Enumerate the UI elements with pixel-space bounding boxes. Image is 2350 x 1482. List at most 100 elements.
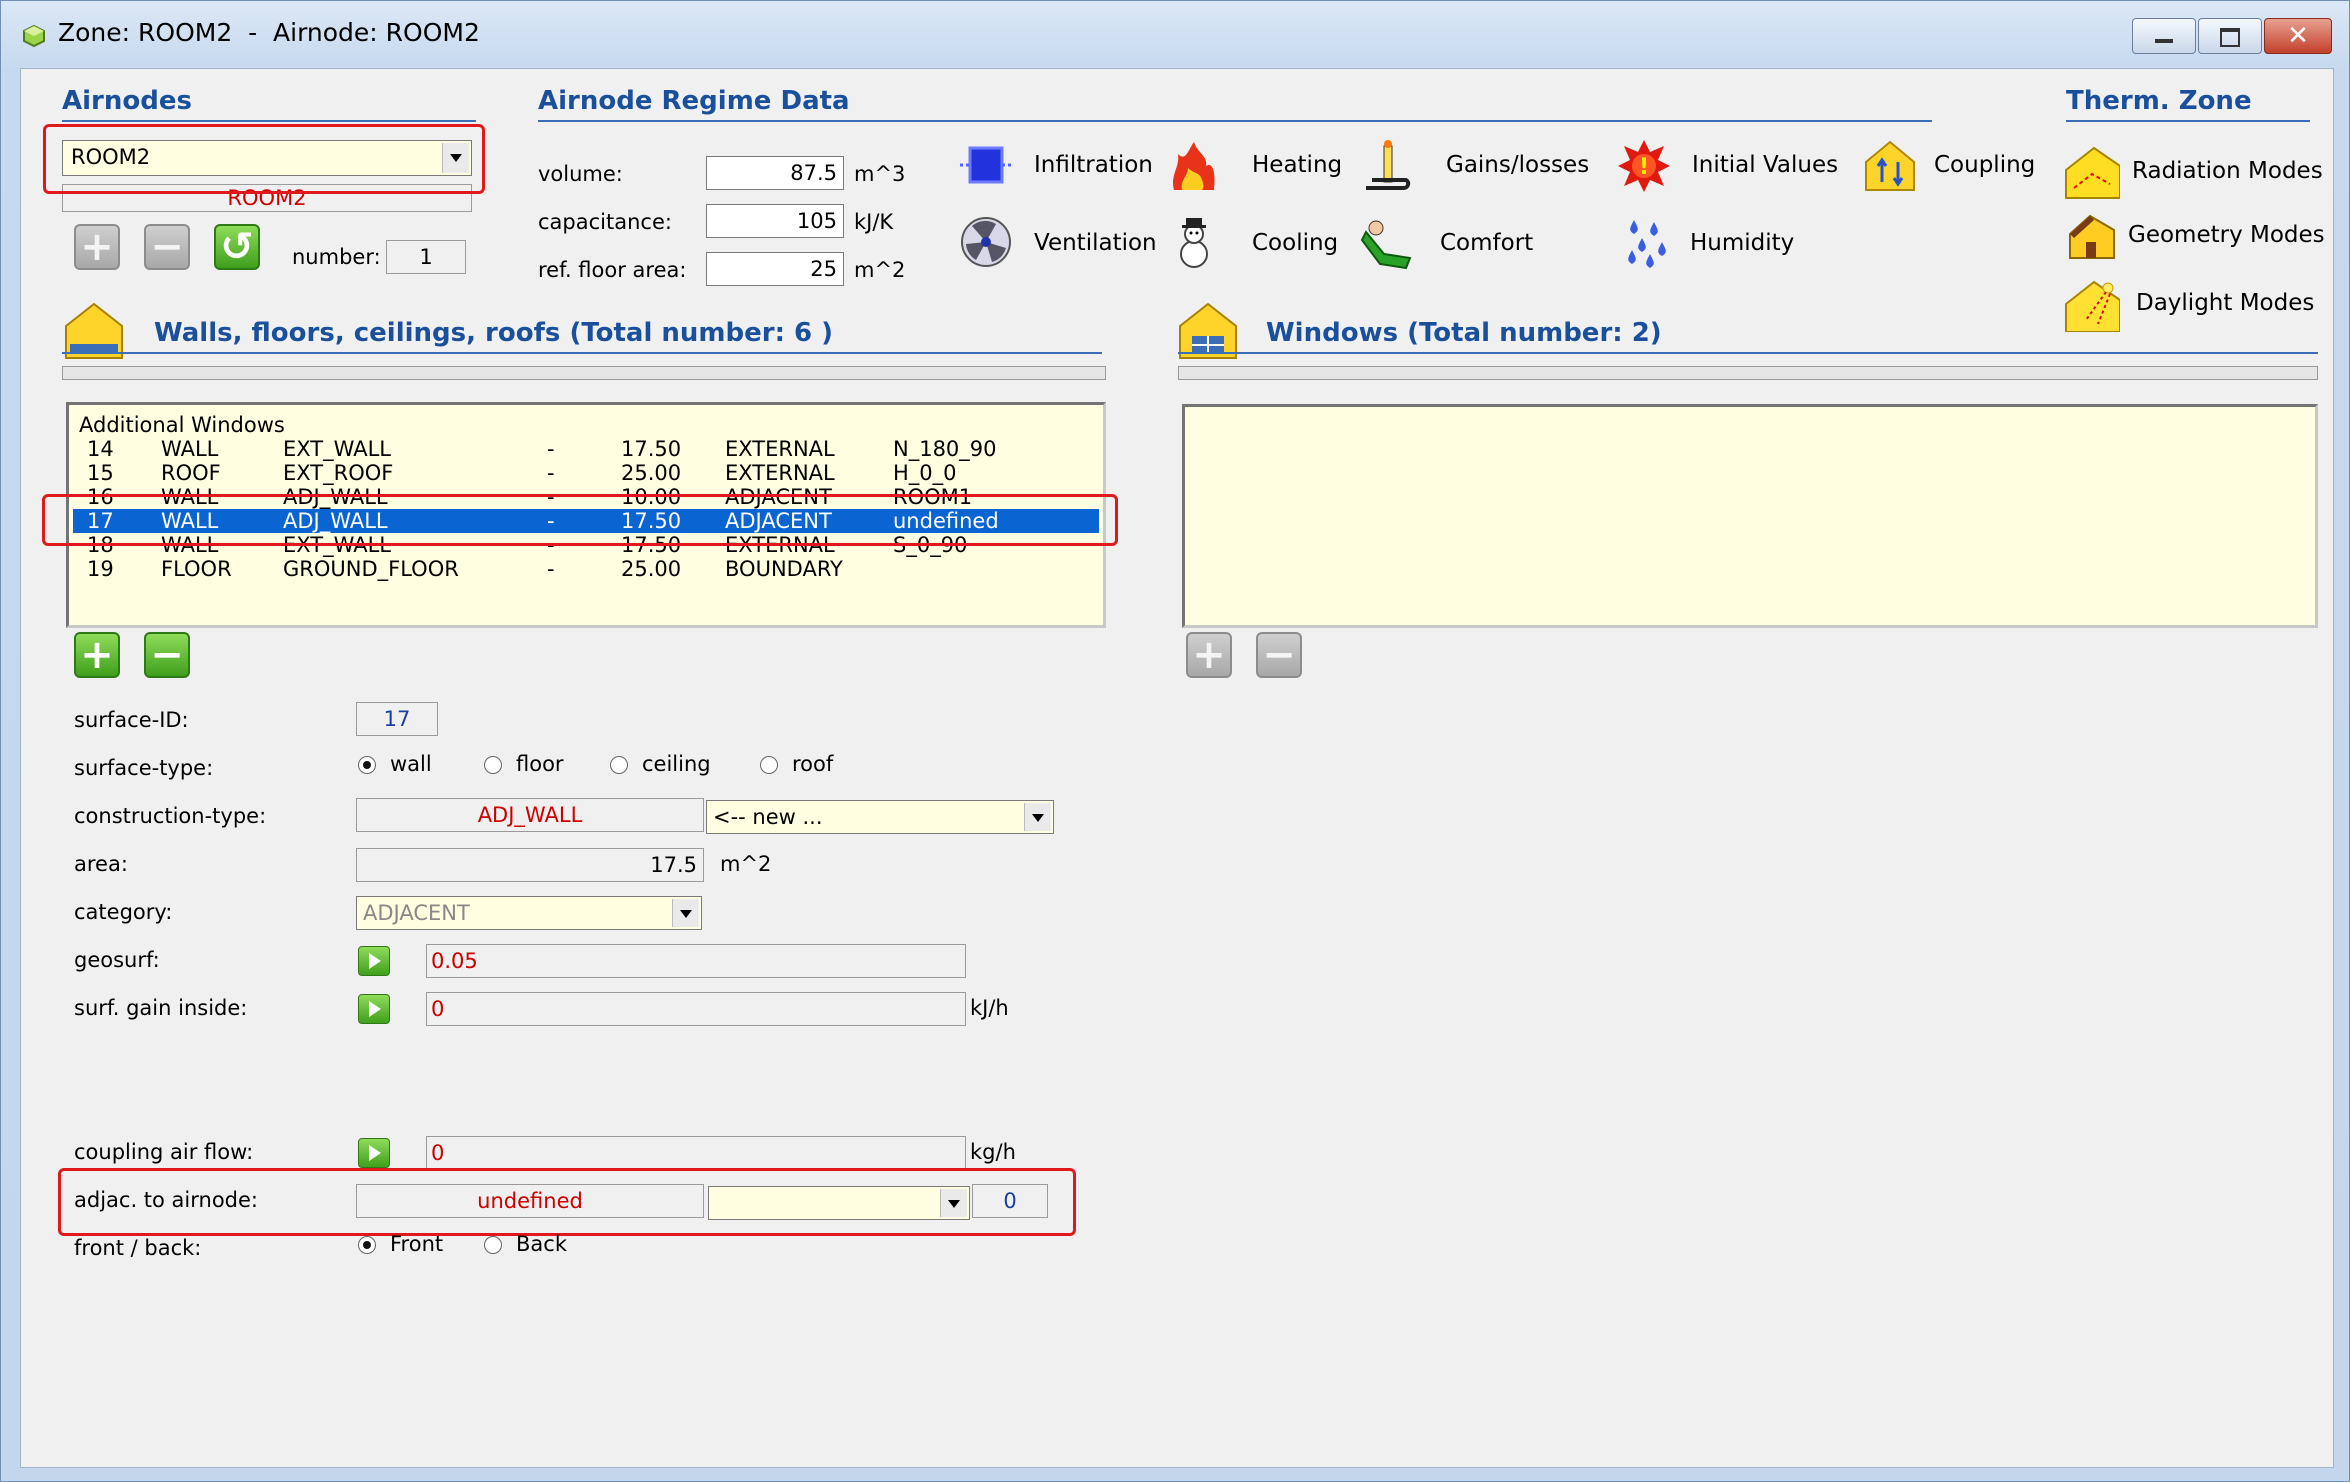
windows-header: Windows (Total number: 2) (1266, 318, 1662, 348)
construction-type-label: construction-type: (74, 804, 267, 828)
add-window-button[interactable]: + (1186, 632, 1232, 678)
number-field: 1 (386, 240, 466, 274)
remove-airnode-button[interactable]: − (144, 224, 190, 270)
humidity-icon (1620, 214, 1676, 270)
radiation-modes-icon (2064, 144, 2121, 200)
floor-area-unit: m^2 (854, 258, 906, 282)
geosurf-play-button[interactable] (358, 946, 390, 976)
module-label: Gains/losses (1446, 152, 1590, 178)
floor-area-input[interactable]: 25 (706, 252, 844, 286)
windows-house-icon (1176, 300, 1240, 360)
add-airnode-button[interactable]: + (74, 224, 120, 270)
module-comfort[interactable]: Comfort (1360, 214, 1560, 274)
radiation-modes-button[interactable]: Radiation Modes (2064, 142, 2334, 202)
cooling-icon (1166, 214, 1222, 270)
table-row[interactable]: 14 WALL EXT_WALL - 17.50 EXTERNAL N_180_90 (73, 437, 1099, 461)
module-initial-values[interactable]: ! Initial Values (1616, 138, 1839, 198)
table-cell-id: 19 (87, 557, 114, 581)
module-infiltration[interactable]: Infiltration (958, 138, 1153, 198)
restore-icon (2220, 28, 2240, 47)
module-cooling[interactable]: Cooling (1166, 214, 1338, 274)
surface-type-ceiling-radio[interactable] (610, 756, 628, 774)
module-label: Humidity (1690, 230, 1795, 256)
geometry-modes-button[interactable]: Geometry Modes (2064, 208, 2334, 268)
table-cell-area: 25.00 (621, 461, 682, 485)
table-row[interactable]: 19 FLOOR GROUND_FLOOR - 25.00 BOUNDARY (73, 557, 1099, 581)
table-row[interactable]: 15 ROOF EXT_ROOF - 25.00 EXTERNAL H_0_0 (73, 461, 1099, 485)
module-label: Infiltration (1034, 152, 1153, 178)
remove-surface-button[interactable]: − (144, 632, 190, 678)
ventilation-icon (958, 214, 1014, 270)
add-surface-button[interactable]: + (74, 632, 120, 678)
regime-header-line (538, 120, 1932, 122)
surface-type-roof-radio[interactable] (760, 756, 778, 774)
daylight-modes-label: Daylight Modes (2136, 290, 2315, 316)
refresh-airnode-button[interactable]: ↺ (214, 224, 260, 270)
back-radio[interactable] (484, 1236, 502, 1254)
construction-type-select[interactable]: <-- new ... (706, 800, 1054, 834)
surf-gain-field[interactable]: 0 (426, 992, 966, 1026)
initial-values-icon: ! (1616, 138, 1672, 194)
remove-window-button[interactable]: − (1256, 632, 1302, 678)
surface-type-floor-label: floor (516, 752, 564, 776)
front-radio[interactable] (358, 1236, 376, 1254)
surf-gain-label: surf. gain inside: (74, 996, 248, 1020)
table-cell-geo: N_180_90 (893, 437, 997, 461)
module-label: Comfort (1440, 230, 1534, 256)
module-ventilation[interactable]: Ventilation (958, 214, 1158, 274)
volume-input[interactable]: 87.5 (706, 156, 844, 190)
table-cell-category: BOUNDARY (725, 557, 843, 581)
area-unit: m^2 (720, 852, 772, 876)
back-radio-label: Back (516, 1232, 567, 1256)
geosurf-field[interactable]: 0.05 (426, 944, 966, 978)
therm-zone-header-line (2066, 120, 2310, 122)
module-humidity[interactable]: Humidity (1620, 214, 1820, 274)
surface-type-wall-radio[interactable] (358, 756, 376, 774)
coupling-air-flow-play-button[interactable] (358, 1138, 390, 1168)
adjac-airnode-highlight (58, 1168, 1076, 1236)
coupling-air-flow-field[interactable]: 0 (426, 1136, 966, 1170)
capacitance-input[interactable]: 105 (706, 204, 844, 238)
module-label: Heating (1252, 152, 1343, 178)
list-header-row: Additional Windows (73, 413, 1099, 437)
surface-type-ceiling-label: ceiling (642, 752, 711, 776)
maximize-button[interactable] (2198, 18, 2262, 54)
module-label: Initial Values (1692, 152, 1839, 178)
area-field: 17.5 (356, 848, 704, 882)
windows-splitter[interactable] (1178, 366, 2318, 380)
coupling-air-flow-unit: kg/h (970, 1140, 1016, 1164)
minimize-button[interactable] (2132, 18, 2196, 54)
title-bar: Zone: ROOM2 - Airnode: ROOM2 ✕ (0, 0, 2350, 72)
module-heating[interactable]: Heating (1166, 138, 1342, 198)
gains-losses-icon (1360, 138, 1416, 194)
airnodes-highlight (43, 124, 485, 194)
walls-house-icon (62, 300, 126, 360)
module-coupling[interactable]: Coupling (1862, 138, 2035, 198)
coupling-air-flow-label: coupling air flow: (74, 1140, 254, 1164)
number-label: number: (292, 245, 381, 269)
table-cell-construction: EXT_WALL (283, 437, 391, 461)
table-cell-id: 15 (87, 461, 114, 485)
category-select-value: ADJACENT (363, 901, 470, 925)
table-cell-construction: GROUND_FLOOR (283, 557, 459, 581)
windows-list[interactable] (1182, 404, 2318, 628)
table-cell-id: 14 (87, 437, 114, 461)
surf-gain-play-button[interactable] (358, 994, 390, 1024)
category-select[interactable]: ADJACENT (356, 896, 702, 930)
walls-splitter[interactable] (62, 366, 1106, 380)
geosurf-label: geosurf: (74, 948, 160, 972)
walls-header: Walls, floors, ceilings, roofs (Total nu… (154, 318, 834, 348)
module-gains-losses[interactable]: Gains/losses (1360, 138, 1590, 198)
regime-header: Airnode Regime Data (538, 86, 850, 116)
minimize-icon (2155, 39, 2173, 43)
table-cell-area: 25.00 (621, 557, 682, 581)
surface-type-roof-label: roof (792, 752, 834, 776)
daylight-modes-button[interactable]: Daylight Modes (2064, 274, 2334, 338)
table-cell-type: WALL (161, 437, 219, 461)
windows-header-line (1178, 352, 2318, 354)
close-button[interactable]: ✕ (2264, 18, 2332, 54)
refresh-icon: ↺ (220, 224, 254, 270)
list-header-text: Additional Windows (79, 413, 285, 437)
walls-header-line (62, 352, 1102, 354)
surface-type-floor-radio[interactable] (484, 756, 502, 774)
